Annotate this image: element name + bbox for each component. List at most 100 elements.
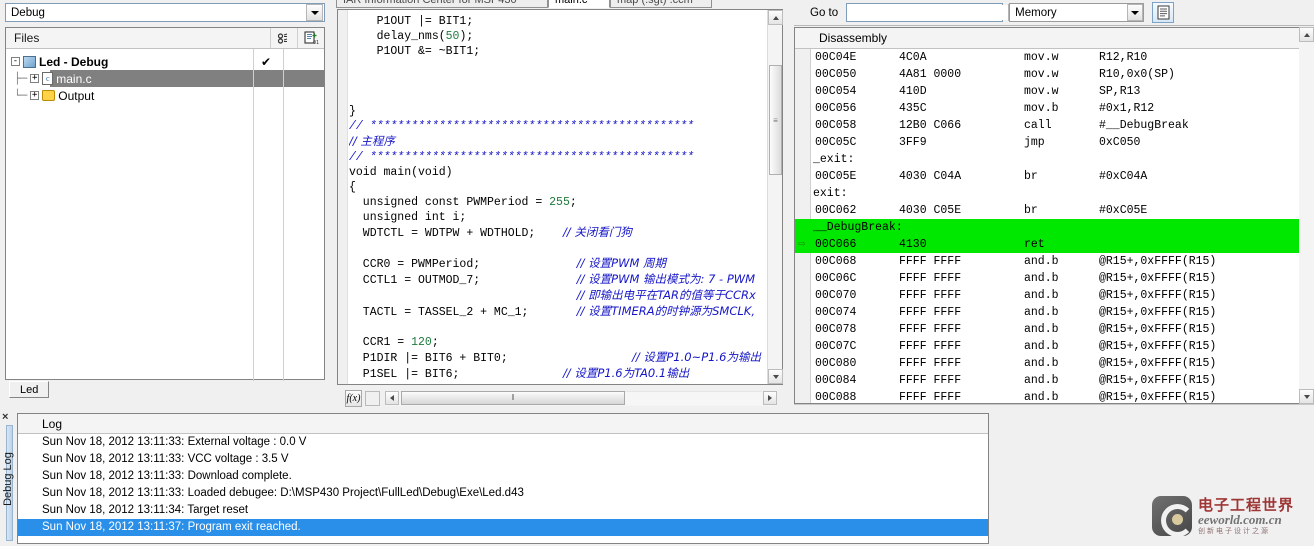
expander-toggle[interactable]: - [11, 57, 20, 66]
expander-toggle[interactable]: + [30, 91, 40, 100]
make-icon[interactable] [270, 28, 297, 48]
disassembly-instruction-row[interactable]: 00C084 FFFF FFFF and.b @R15+,0xFFFF(R15) [795, 372, 1314, 389]
code-editor-area[interactable]: P1OUT |= BIT1; delay_nms(50); P1OUT &= ~… [337, 9, 783, 385]
scroll-up-button[interactable] [1299, 27, 1314, 42]
code-token: ); [459, 30, 474, 43]
disassembly-instruction-row[interactable]: 00C070 FFFF FFFF and.b @R15+,0xFFFF(R15) [795, 287, 1314, 304]
goto-address-combo[interactable] [846, 3, 1019, 22]
tree-item-output[interactable]: └─ + Output [6, 87, 324, 104]
editor-tab-info-center[interactable]: IAR Information Center for MSP430 [336, 0, 548, 8]
document-icon[interactable] [1152, 2, 1175, 23]
debug-log-list[interactable]: Log Sun Nov 18, 2012 13:11:33: External … [17, 413, 989, 544]
disassembly-opcode-bytes: 3FF9 [899, 136, 927, 149]
tree-item-main-c[interactable]: ├─ + c main.c [6, 70, 324, 87]
scroll-up-button[interactable] [768, 10, 783, 25]
disassembly-instruction-row[interactable]: 00C06C FFFF FFFF and.b @R15+,0xFFFF(R15) [795, 270, 1314, 287]
scroll-down-button[interactable] [1299, 389, 1314, 404]
disassembly-instruction-row[interactable]: 00C07C FFFF FFFF and.b @R15+,0xFFFF(R15) [795, 338, 1314, 355]
disassembly-instruction-row[interactable]: 00C05C 3FF9 jmp 0xC050 [795, 134, 1314, 151]
disassembly-instruction-row[interactable]: 00C04E 4C0A mov.w R12,R10 [795, 49, 1314, 66]
disassembly-address: 00C05E [815, 170, 857, 183]
disassembly-instruction-row[interactable]: 00C050 4A81 0000 mov.w R10,0x0(SP) [795, 66, 1314, 83]
disassembly-operands: @R15+,0xFFFF(R15) [1099, 306, 1217, 319]
tree-item-project[interactable]: - Led - Debug ✔ [6, 53, 324, 70]
code-literal: 255 [549, 196, 570, 209]
disassembly-instruction-row[interactable]: 00C074 FFFF FFFF and.b @R15+,0xFFFF(R15) [795, 304, 1314, 321]
compile-icon[interactable]: 01 [297, 28, 324, 48]
editor-gutter[interactable] [338, 10, 348, 384]
editor-extra-button[interactable] [365, 390, 380, 406]
disassembly-label-row[interactable]: __DebugBreak: [795, 219, 1314, 236]
scroll-left-button[interactable] [385, 390, 399, 405]
disassembly-label-row[interactable]: _exit: [795, 151, 1314, 168]
disassembly-instruction-row[interactable]: 00C054 410D mov.w SP,R13 [795, 83, 1314, 100]
disassembly-instruction-row[interactable]: 00C080 FFFF FFFF and.b @R15+,0xFFFF(R15) [795, 355, 1314, 372]
disassembly-horizontal-scrollbar[interactable] [794, 404, 1314, 410]
disassembly-operands: @R15+,0xFFFF(R15) [1099, 272, 1217, 285]
disassembly-mnemonic: and.b [1024, 323, 1059, 336]
scroll-right-button[interactable] [763, 390, 777, 405]
disassembly-instruction-row[interactable]: 00C058 12B0 C066 call #__DebugBreak [795, 117, 1314, 134]
code-comment: // 设置PWM 周期 [576, 256, 667, 270]
editor-scroll-thumb[interactable]: ≡ [769, 65, 782, 175]
watermark-slogan: 创新电子设计之源 [1198, 526, 1270, 535]
goto-label: Go to [810, 6, 839, 19]
log-entries[interactable]: Sun Nov 18, 2012 13:11:33: External volt… [18, 434, 988, 536]
log-entry[interactable]: Sun Nov 18, 2012 13:11:33: External volt… [18, 434, 988, 451]
memory-zone-combo[interactable]: Memory [1009, 3, 1145, 22]
editor-horizontal-scrollbar[interactable]: ‖ [385, 390, 777, 406]
svg-text:01: 01 [313, 40, 319, 45]
c-file-icon: c [42, 72, 54, 85]
disassembly-mnemonic: and.b [1024, 340, 1059, 353]
disassembly-instruction-row[interactable]: 00C062 4030 C05E br #0xC05E [795, 202, 1314, 219]
log-entry[interactable]: Sun Nov 18, 2012 13:11:33: Download comp… [18, 468, 988, 485]
folder-icon [42, 90, 56, 101]
project-tree[interactable]: - Led - Debug ✔ ├─ + c main.c └─ + Outpu… [6, 49, 324, 104]
code-line: { [349, 180, 766, 195]
disassembly-label: __DebugBreak: [813, 221, 903, 234]
log-entry[interactable]: Sun Nov 18, 2012 13:11:33: Loaded debuge… [18, 485, 988, 502]
log-entry[interactable]: Sun Nov 18, 2012 13:11:34: Target reset [18, 502, 988, 519]
function-navigation-button[interactable]: f(x) [345, 389, 362, 407]
source-code-text[interactable]: P1OUT |= BIT1; delay_nms(50); P1OUT &= ~… [349, 10, 766, 384]
editor-tab-main-c[interactable]: main.c [548, 0, 610, 8]
code-line: P1SEL |= BIT6; // 设置P1.6为TA0.1输出 [349, 366, 766, 382]
log-entry[interactable]: Sun Nov 18, 2012 13:11:37: Program exit … [18, 519, 988, 536]
expander-toggle[interactable]: + [30, 74, 40, 83]
scroll-down-button[interactable] [768, 369, 783, 384]
disassembly-operands: #0xC05E [1099, 204, 1148, 217]
code-line: // *************************************… [349, 150, 766, 165]
disassembly-mnemonic: jmp [1024, 136, 1045, 149]
disassembly-vertical-scrollbar[interactable] [1299, 27, 1314, 404]
code-line: CCR1 = 120; [349, 335, 766, 350]
disassembly-instruction-row[interactable]: 00C05E 4030 C04A br #0xC04A [795, 168, 1314, 185]
goto-address-input[interactable] [847, 5, 1009, 20]
close-icon[interactable]: × [2, 411, 8, 423]
disassembly-address: 00C066 [815, 238, 857, 251]
code-comment: // *************************************… [349, 120, 695, 133]
disassembly-opcode-bytes: FFFF FFFF [899, 374, 962, 387]
disassembly-rows[interactable]: 00C04E 4C0A mov.w R12,R10 00C050 4A81 0000 mov… [795, 49, 1314, 403]
hscroll-thumb[interactable]: ‖ [401, 390, 625, 405]
disassembly-label-row[interactable]: exit: [795, 185, 1314, 202]
chevron-down-icon[interactable] [1127, 4, 1144, 21]
disassembly-instruction-row[interactable]: 00C068 FFFF FFFF and.b @R15+,0xFFFF(R15) [795, 253, 1314, 270]
chevron-down-icon[interactable] [306, 4, 323, 21]
tree-line-glyph: └─ [14, 89, 28, 102]
disassembly-instruction-row[interactable]: ⇨ 00C066 4130 ret [795, 236, 1314, 253]
disassembly-label: exit: [813, 187, 848, 200]
workspace-tab-led[interactable]: Led [9, 381, 50, 398]
disassembly-instruction-row[interactable]: 00C078 FFFF FFFF and.b @R15+,0xFFFF(R15) [795, 321, 1314, 338]
editor-tab-map[interactable]: map (.sgt) .ccm [610, 0, 712, 8]
log-entry[interactable]: Sun Nov 18, 2012 13:11:33: VCC voltage :… [18, 451, 988, 468]
editor-vertical-scrollbar[interactable]: ≡ [767, 10, 783, 384]
code-token: TACTL = TASSEL_2 + MC_1; [349, 306, 577, 319]
disassembly-instruction-row[interactable]: 00C056 435C mov.b #0x1,R12 [795, 100, 1314, 117]
disassembly-address: 00C06C [815, 272, 857, 285]
code-line: CCR0 = PWMPeriod; // 设置PWM 周期 [349, 256, 766, 272]
code-line: // 即输出电平在TAR的值等于CCRx [349, 288, 766, 304]
disassembly-instruction-row[interactable]: 00C088 FFFF FFFF and.b @R15+,0xFFFF(R15) [795, 389, 1314, 403]
build-configuration-combo[interactable]: Debug [5, 3, 325, 22]
